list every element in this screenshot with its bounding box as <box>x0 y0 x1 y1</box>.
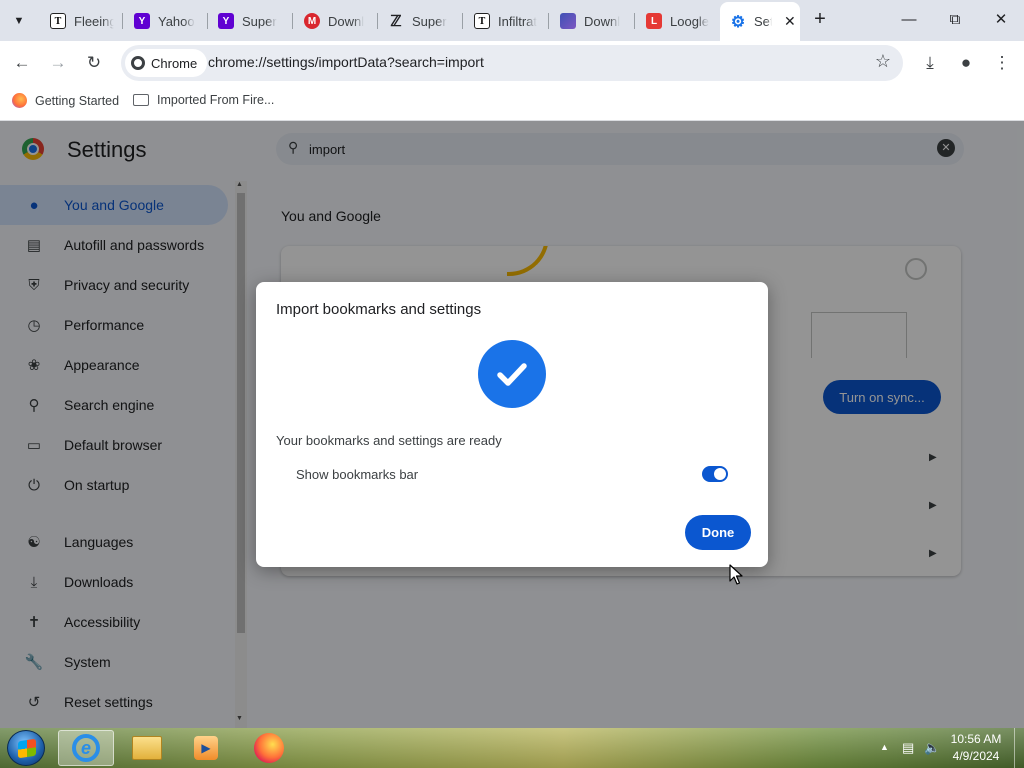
system-clock[interactable]: 10:56 AM 4/9/2024 <box>946 731 1006 765</box>
firefox-icon <box>254 733 284 763</box>
tab-title: Yahoo <box>158 13 195 29</box>
forward-button[interactable]: → <box>44 49 72 77</box>
bookmark-getting-started[interactable]: Getting Started <box>12 93 119 108</box>
tab-title: Super <box>412 13 447 29</box>
tab-separator <box>122 13 123 29</box>
tab-fleeing[interactable]: T Fleeing <box>40 6 120 36</box>
bookmark-label: Imported From Fire... <box>157 93 275 107</box>
toggle-knob <box>714 468 726 480</box>
done-button[interactable]: Done <box>685 515 751 550</box>
taskbar-internet-explorer[interactable]: e <box>58 730 114 766</box>
firefox-icon <box>12 93 27 108</box>
tab-title: Loogle <box>670 13 710 29</box>
tab-title: Super <box>242 13 277 29</box>
folder-icon <box>132 736 162 760</box>
tab-separator <box>634 13 635 29</box>
new-tab-button[interactable]: + <box>808 8 832 32</box>
bookmark-folder-imported[interactable]: Imported From Fire... <box>133 93 274 107</box>
close-window-button[interactable]: ✕ <box>978 8 1024 32</box>
tab-title: Infiltrat <box>498 13 538 29</box>
nyt-icon: T <box>50 13 66 29</box>
chrome-icon <box>131 56 145 70</box>
app-icon <box>560 13 576 29</box>
download-icon: ⤓ <box>926 53 934 72</box>
tab-download-1[interactable]: M Downl <box>294 6 376 36</box>
tab-separator <box>462 13 463 29</box>
tab-title: Downl <box>584 13 621 29</box>
chip-label: Chrome <box>151 55 198 71</box>
person-icon: ● <box>960 53 972 72</box>
s-logo-icon: ℤ <box>390 13 402 30</box>
loogle-icon: L <box>646 13 662 29</box>
mega-icon: M <box>304 13 320 29</box>
tab-super-1[interactable]: Y Super <box>208 6 292 36</box>
tab-super-2[interactable]: ℤ Super <box>378 6 462 36</box>
tab-title: Fleeing <box>74 13 114 29</box>
taskbar-media-player[interactable]: ▶ <box>178 730 234 766</box>
more-vert-icon: ⋮ <box>993 53 1011 72</box>
tab-title: Downl <box>328 13 365 29</box>
tab-download-2[interactable]: Downl <box>550 6 634 36</box>
tab-title: Set <box>754 14 772 29</box>
reload-button[interactable]: ↻ <box>80 49 108 77</box>
tab-search-button[interactable]: ▼ <box>6 8 32 34</box>
minimize-button[interactable]: — <box>886 8 932 32</box>
close-icon[interactable]: ✕ <box>784 13 796 30</box>
gear-icon: ⚙ <box>730 13 746 31</box>
chevron-down-icon: ▼ <box>13 15 25 27</box>
folder-icon <box>133 94 149 106</box>
clock-date: 4/9/2024 <box>952 749 1000 763</box>
arrow-right-icon: → <box>49 53 67 72</box>
nyt-icon: T <box>474 13 490 29</box>
show-bookmarks-bar-toggle[interactable] <box>702 466 728 482</box>
toggle-label: Show bookmarks bar <box>296 467 419 482</box>
network-icon[interactable]: ▤ <box>902 740 914 756</box>
clock-time: 10:56 AM <box>950 732 1002 746</box>
tab-strip: ▼ T Fleeing Y Yahoo Y Super M Downl ℤ Su… <box>0 0 1024 41</box>
url-text[interactable]: chrome://settings/importData?search=impo… <box>208 54 484 70</box>
yahoo-icon: Y <box>218 13 234 29</box>
bookmarks-bar: Getting Started Imported From Fire... <box>0 85 1024 121</box>
tab-separator <box>548 13 549 29</box>
windows-logo-icon <box>18 738 36 759</box>
reload-icon: ↻ <box>86 53 102 72</box>
start-button[interactable] <box>7 730 45 766</box>
star-icon[interactable]: ☆ <box>875 51 891 72</box>
windows-taskbar: e ▶ <box>0 728 1024 768</box>
address-bar[interactable]: Chrome chrome://settings/importData?sear… <box>121 45 903 81</box>
site-info-chip[interactable]: Chrome <box>125 49 208 77</box>
dialog-message: Your bookmarks and settings are ready <box>276 433 502 448</box>
arrow-left-icon: ← <box>13 53 31 72</box>
downloads-button[interactable]: ⤓ <box>916 49 944 77</box>
back-button[interactable]: ← <box>8 49 36 77</box>
mouse-cursor-icon <box>729 564 743 585</box>
dialog-title: Import bookmarks and settings <box>276 301 482 318</box>
bookmark-label: Getting Started <box>35 93 120 108</box>
tab-infiltrat[interactable]: T Infiltrat <box>464 6 548 36</box>
import-dialog: Import bookmarks and settings Your bookm… <box>256 282 768 567</box>
tab-separator <box>292 13 293 29</box>
taskbar-firefox[interactable] <box>241 730 297 766</box>
tab-loogle[interactable]: L Loogle <box>636 6 718 36</box>
tab-yahoo[interactable]: Y Yahoo <box>124 6 206 36</box>
checkmark-icon <box>478 340 546 408</box>
profile-button[interactable]: ● <box>952 49 980 77</box>
tray-expand-icon[interactable]: ▲ <box>880 742 889 752</box>
browser-toolbar: ← → ↻ Chrome chrome://settings/importDat… <box>0 41 1024 85</box>
tab-settings[interactable]: ⚙ Set ✕ <box>720 2 800 41</box>
restore-button[interactable]: ⧉ <box>932 8 978 32</box>
taskbar-file-explorer[interactable] <box>119 730 175 766</box>
show-desktop-button[interactable] <box>1014 728 1024 768</box>
media-player-icon: ▶ <box>194 736 218 760</box>
volume-muted-icon[interactable]: 🔈 <box>924 740 940 756</box>
yahoo-icon: Y <box>134 13 150 29</box>
internet-explorer-icon: e <box>72 734 100 762</box>
menu-button[interactable]: ⋮ <box>988 49 1016 77</box>
